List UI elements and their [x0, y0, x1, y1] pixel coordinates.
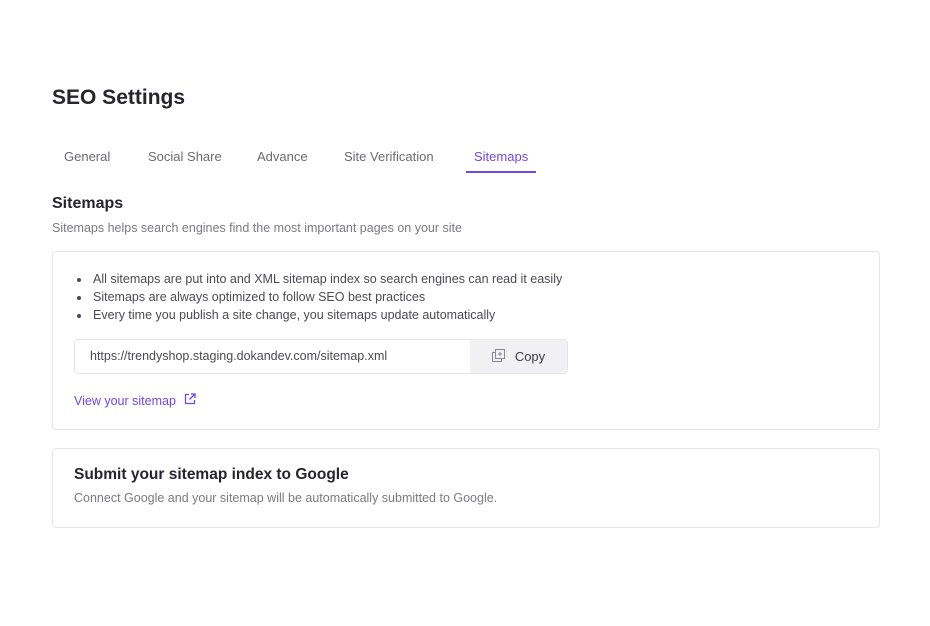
copy-label: Copy [514, 349, 546, 364]
copy-icon [491, 348, 505, 365]
external-link-icon [184, 393, 196, 408]
list-item: All sitemaps are put into and XML sitema… [91, 270, 562, 288]
copy-button[interactable]: Copy [470, 340, 567, 373]
google-card-description: Connect Google and your sitemap will be … [74, 491, 498, 505]
sitemap-url[interactable]: https://trendyshop.staging.dokandev.com/… [75, 340, 470, 373]
tab-social-share[interactable]: Social Share [148, 149, 222, 173]
section-title: Sitemaps [52, 195, 124, 212]
view-sitemap-link[interactable]: View your sitemap [74, 393, 196, 408]
tab-advance[interactable]: Advance [257, 149, 308, 173]
page-title: SEO Settings [52, 86, 186, 109]
google-card-title: Submit your sitemap index to Google [74, 466, 349, 483]
sitemap-card: All sitemaps are put into and XML sitema… [52, 251, 880, 430]
google-submit-card: Submit your sitemap index to Google Conn… [52, 448, 880, 528]
section-description: Sitemaps helps search engines find the m… [52, 221, 462, 235]
sitemap-url-field: https://trendyshop.staging.dokandev.com/… [74, 339, 568, 374]
list-item: Sitemaps are always optimized to follow … [91, 288, 562, 306]
tab-sitemaps[interactable]: Sitemaps [466, 149, 537, 173]
list-item: Every time you publish a site change, yo… [91, 306, 562, 324]
view-sitemap-label: View your sitemap [74, 393, 176, 408]
tab-site-verification[interactable]: Site Verification [344, 149, 434, 173]
tab-general[interactable]: General [64, 149, 110, 173]
feature-list: All sitemaps are put into and XML sitema… [91, 270, 562, 324]
